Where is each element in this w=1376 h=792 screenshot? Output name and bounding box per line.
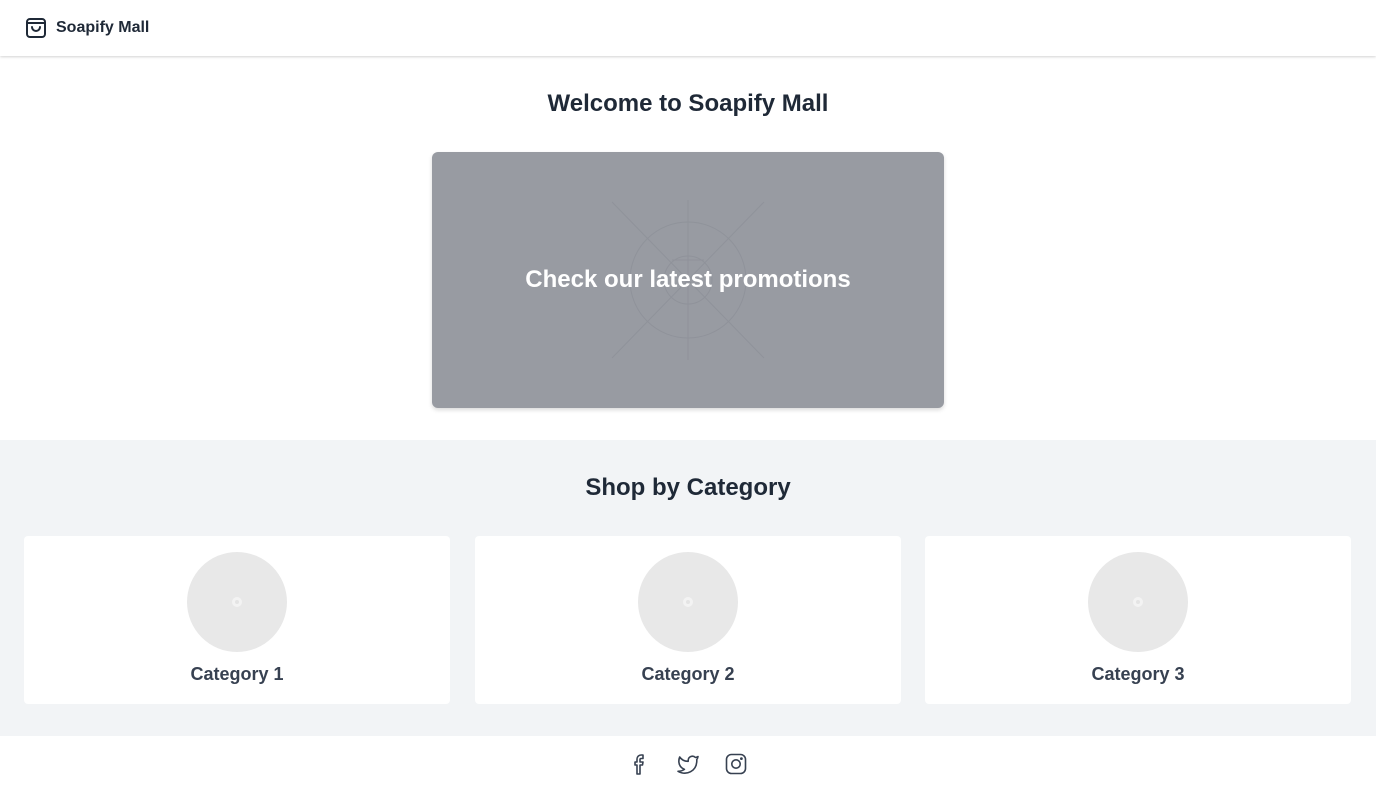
category-card-3[interactable]: Category 3 [925, 536, 1351, 704]
promo-banner[interactable]: Check our latest promotions [432, 152, 944, 408]
category-label: Category 3 [1091, 664, 1185, 684]
facebook-icon[interactable] [628, 752, 652, 776]
site-header: Soapify Mall [0, 0, 1376, 56]
brand-name: Soapify Mall [56, 19, 150, 36]
category-label: Category 1 [190, 664, 284, 684]
image-placeholder-icon [1133, 597, 1143, 607]
twitter-icon[interactable] [676, 752, 700, 776]
image-placeholder-icon [232, 597, 242, 607]
category-card-1[interactable]: Category 1 [24, 536, 450, 704]
category-card-2[interactable]: Category 2 [475, 536, 901, 704]
instagram-icon[interactable] [724, 752, 748, 776]
hero-section: Welcome to Soapify Mall Check our latest… [0, 56, 1376, 440]
page-title: Welcome to Soapify Mall [547, 90, 829, 117]
category-image [638, 552, 738, 652]
brand-logo-link[interactable]: Soapify Mall [24, 16, 149, 40]
promo-text: Check our latest promotions [525, 266, 851, 293]
categories-section: Shop by Category Category 1 Category 2 C… [0, 440, 1376, 736]
category-label: Category 2 [641, 664, 735, 684]
image-placeholder-icon [683, 597, 693, 607]
section-title: Shop by Category [585, 474, 791, 501]
category-image [1088, 552, 1188, 652]
site-footer [0, 736, 1376, 792]
category-image [187, 552, 287, 652]
shopping-bag-icon [26, 18, 46, 38]
